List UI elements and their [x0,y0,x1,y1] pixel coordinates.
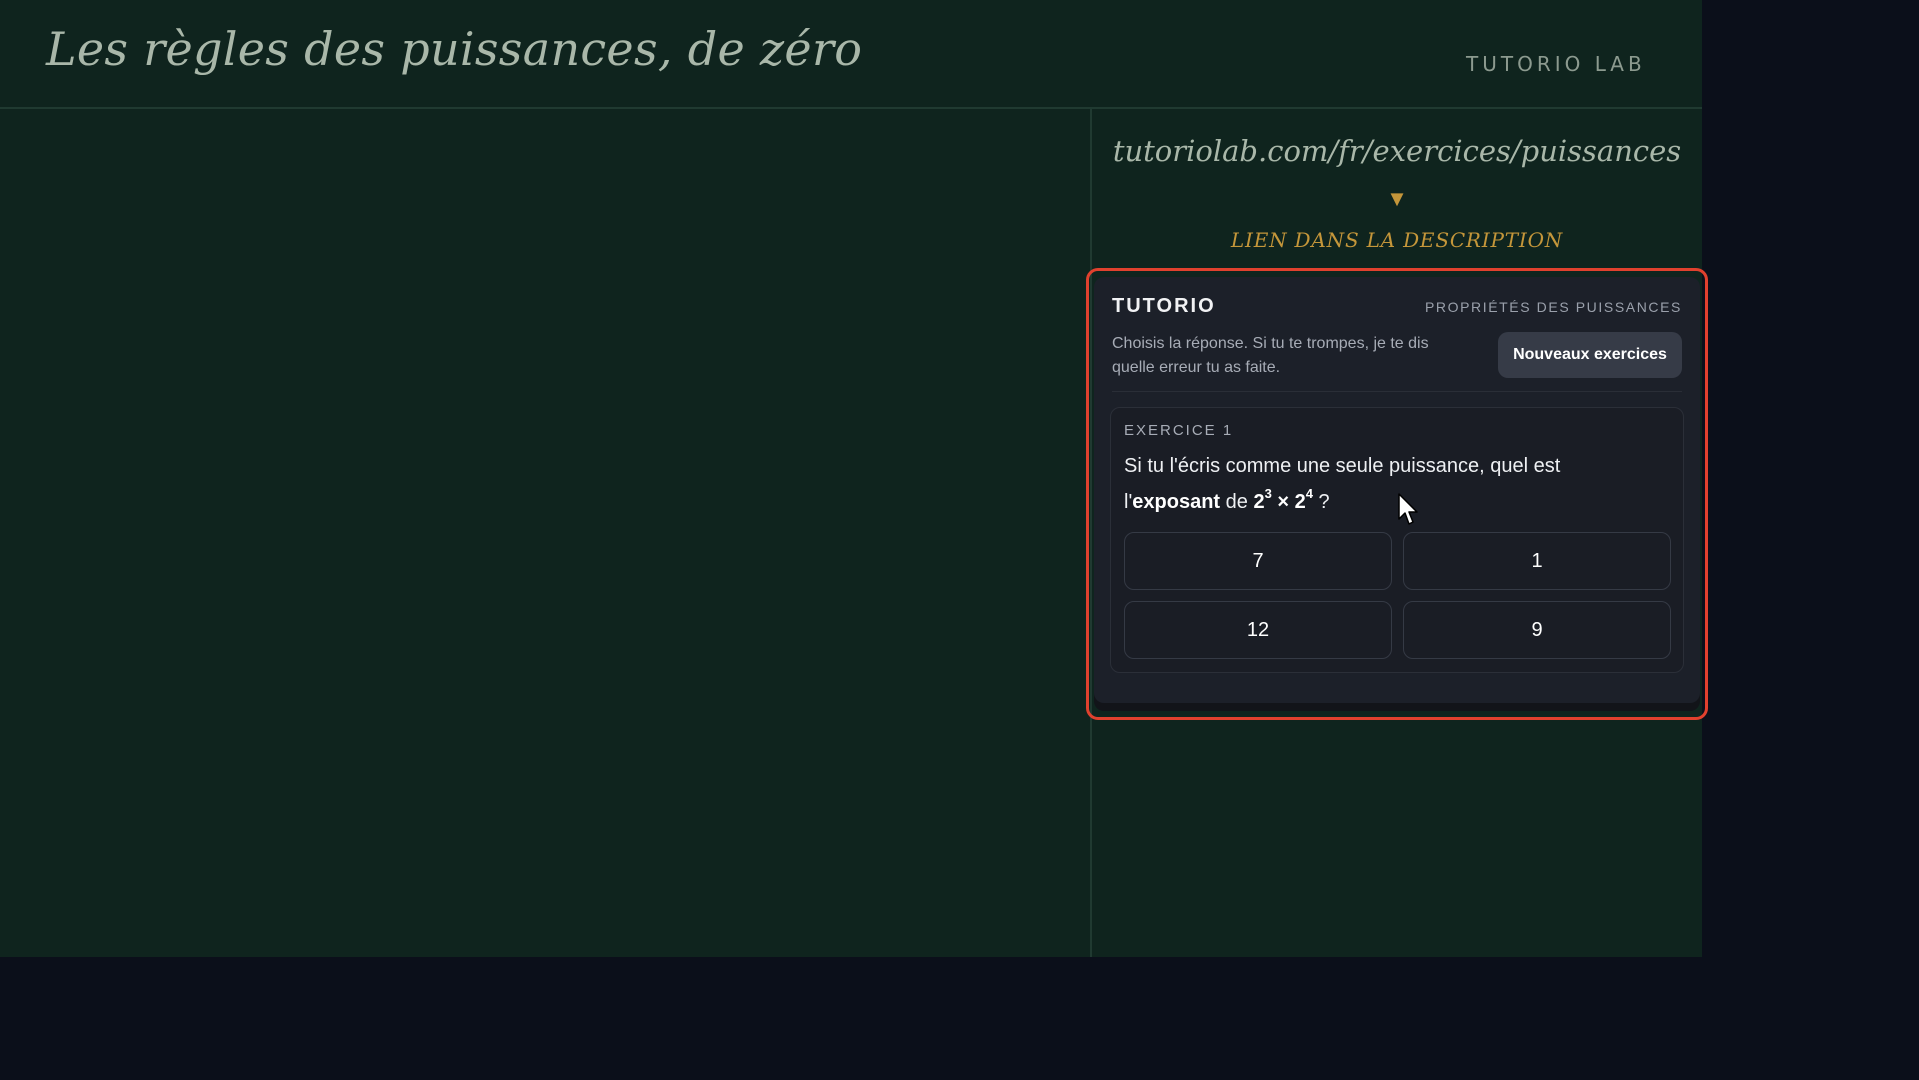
video-title: Les règles des puissances, de zéro [46,22,863,76]
mouse-cursor-icon [1398,493,1418,525]
brand-label: TUTORIO LAB [1466,52,1646,76]
link-description-note: LIEN DANS LA DESCRIPTION [1230,228,1564,252]
promo-url: tutoriolab.com/fr/exercices/puissances [1112,134,1682,168]
down-arrow-icon: ▼ [1386,186,1408,211]
highlight-frame [1086,268,1708,720]
header-divider [0,107,1702,109]
